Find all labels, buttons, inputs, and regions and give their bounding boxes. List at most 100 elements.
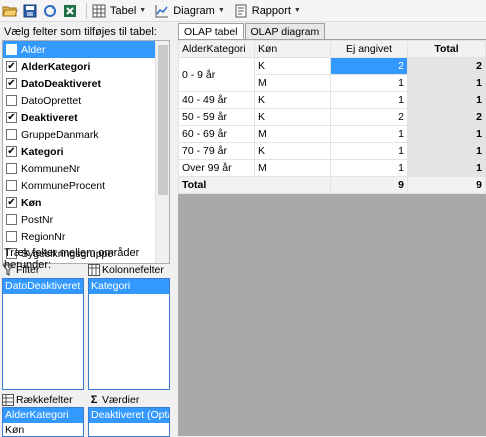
value-cell[interactable]: 1 — [330, 91, 408, 109]
table-header-row: AlderKategori Køn Ej angivet Total — [178, 40, 486, 58]
tab-olap-tabel[interactable]: OLAP tabel — [178, 23, 244, 40]
row-header-sex[interactable]: M — [254, 74, 331, 92]
row-total-cell[interactable]: 2 — [407, 108, 486, 126]
field-label: Køn — [21, 196, 42, 209]
field-item[interactable]: PostNr — [3, 211, 169, 228]
field-checkbox[interactable] — [6, 44, 17, 55]
grand-total-label[interactable]: Total — [178, 176, 331, 194]
value-cell[interactable]: 2 — [330, 57, 408, 75]
field-checkbox[interactable] — [6, 95, 17, 106]
row-header-sex[interactable]: M — [254, 159, 331, 177]
tabel-button[interactable]: Tabel ▼ — [91, 2, 146, 20]
field-checkbox[interactable] — [6, 180, 17, 191]
chevron-down-icon: ▼ — [217, 7, 225, 14]
row-header-age[interactable]: 40 - 49 år — [178, 91, 255, 109]
rapport-button[interactable]: Rapport ▼ — [233, 2, 301, 20]
field-list-scrollbar[interactable] — [155, 41, 169, 263]
column-header-total[interactable]: Total — [407, 40, 486, 58]
columns-header: Kolonnefelter — [88, 264, 164, 276]
grand-total-row: Total 9 9 — [178, 176, 486, 194]
table-row: 0 - 9 år K 2 2 — [178, 57, 486, 92]
columns-icon — [88, 264, 100, 276]
rapport-label: Rapport — [251, 4, 291, 17]
field-item[interactable]: ✔ DatoDeaktiveret — [3, 75, 169, 92]
column-header-kon[interactable]: Køn — [254, 40, 331, 58]
field-checkbox[interactable]: ✔ — [6, 61, 17, 72]
field-checkbox[interactable] — [6, 129, 17, 140]
field-label: Kategori — [21, 145, 64, 158]
field-label: RegionNr — [21, 230, 66, 243]
field-item[interactable]: RegionNr — [3, 228, 169, 245]
row-header-age[interactable]: 60 - 69 år — [178, 125, 255, 143]
row-total-cell[interactable]: 1 — [407, 74, 486, 92]
field-item[interactable]: GruppeDanmark — [3, 126, 169, 143]
columns-item[interactable]: Kategori — [89, 279, 169, 294]
filter-item[interactable]: DatoDeaktiveret — [3, 279, 83, 294]
grand-total-total[interactable]: 9 — [407, 176, 486, 194]
values-label: Værdier — [102, 394, 140, 406]
row-total-cell[interactable]: 2 — [407, 57, 486, 75]
row-total-cell[interactable]: 1 — [407, 142, 486, 160]
save-icon[interactable] — [22, 3, 38, 19]
column-header-alderkategori[interactable]: AlderKategori — [178, 40, 255, 58]
rows-item[interactable]: Køn — [3, 423, 83, 436]
value-cell[interactable]: 2 — [330, 108, 408, 126]
field-item[interactable]: Alder — [3, 41, 169, 58]
columns-area[interactable]: Kategori — [88, 278, 170, 390]
row-total-cell[interactable]: 1 — [407, 91, 486, 109]
field-label: PostNr — [21, 213, 54, 226]
filter-icon — [2, 264, 14, 276]
table-row: Over 99 år M 1 1 — [178, 159, 486, 177]
value-cell[interactable]: 1 — [330, 125, 408, 143]
field-item[interactable]: ✔ Deaktiveret — [3, 109, 169, 126]
rows-area[interactable]: AlderKategori Køn — [2, 407, 84, 437]
row-header-age[interactable]: 50 - 59 år — [178, 108, 255, 126]
field-item[interactable]: ✔ Kategori — [3, 143, 169, 160]
row-header-sex[interactable]: K — [254, 57, 331, 75]
field-checkbox[interactable] — [6, 163, 17, 174]
open-folder-icon[interactable] — [2, 3, 18, 19]
field-checkbox[interactable]: ✔ — [6, 112, 17, 123]
refresh-icon[interactable] — [42, 3, 58, 19]
field-checkbox[interactable]: ✔ — [6, 197, 17, 208]
diagram-button[interactable]: Diagram ▼ — [154, 2, 225, 20]
excel-icon[interactable] — [62, 3, 78, 19]
value-cell[interactable]: 1 — [330, 159, 408, 177]
grand-total-value[interactable]: 9 — [330, 176, 408, 194]
rows-item[interactable]: AlderKategori — [3, 408, 83, 423]
field-label: AlderKategori — [21, 60, 91, 73]
olap-grid-area: AlderKategori Køn Ej angivet Total 0 - 9… — [178, 39, 486, 436]
field-item[interactable]: KommuneNr — [3, 160, 169, 177]
field-item[interactable]: ✔ AlderKategori — [3, 58, 169, 75]
filter-area[interactable]: DatoDeaktiveret — [2, 278, 84, 390]
row-header-age[interactable]: 0 - 9 år — [178, 57, 255, 92]
field-checkbox[interactable]: ✔ — [6, 78, 17, 89]
row-total-cell[interactable]: 1 — [407, 159, 486, 177]
field-item[interactable]: KommuneProcent — [3, 177, 169, 194]
field-item[interactable]: DatoOprettet — [3, 92, 169, 109]
row-header-age[interactable]: 70 - 79 år — [178, 142, 255, 160]
chevron-down-icon: ▼ — [293, 7, 301, 14]
field-checkbox[interactable]: ✔ — [6, 146, 17, 157]
field-item[interactable]: ✔ Køn — [3, 194, 169, 211]
sigma-icon: Σ — [90, 394, 98, 406]
table-row: 70 - 79 år K 1 1 — [178, 142, 486, 160]
values-item[interactable]: Deaktiveret (Optæl — [89, 408, 169, 423]
scrollbar-thumb[interactable] — [158, 45, 168, 195]
tab-olap-diagram[interactable]: OLAP diagram — [244, 23, 326, 39]
field-checkbox[interactable] — [6, 231, 17, 242]
row-header-sex[interactable]: K — [254, 142, 331, 160]
field-checkbox[interactable] — [6, 214, 17, 225]
row-header-sex[interactable]: K — [254, 91, 331, 109]
row-header-sex[interactable]: M — [254, 125, 331, 143]
values-header: Σ Værdier — [88, 394, 140, 406]
value-cell[interactable]: 1 — [330, 74, 408, 92]
chevron-down-icon: ▼ — [139, 7, 147, 14]
row-header-sex[interactable]: K — [254, 108, 331, 126]
values-area[interactable]: Deaktiveret (Optæl — [88, 407, 170, 437]
column-header-ej-angivet[interactable]: Ej angivet — [330, 40, 408, 58]
row-total-cell[interactable]: 1 — [407, 125, 486, 143]
row-header-age[interactable]: Over 99 år — [178, 159, 255, 177]
fields-title: Vælg felter som tilføjes til tabel: — [4, 26, 157, 38]
value-cell[interactable]: 1 — [330, 142, 408, 160]
